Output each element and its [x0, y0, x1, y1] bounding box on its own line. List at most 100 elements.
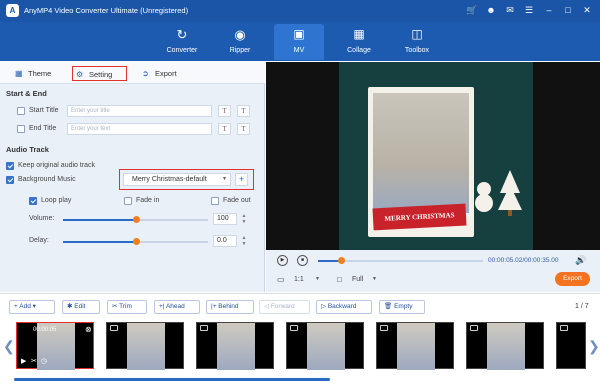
music-select-value: Merry Christmas-default [132, 176, 207, 183]
start-title-checkbox[interactable] [17, 107, 25, 115]
close-icon[interactable]: ✕ [581, 4, 593, 16]
nav-collage-label: Collage [347, 47, 371, 54]
cart-icon[interactable]: 🛒 [466, 4, 478, 16]
fade-in-checkbox[interactable] [124, 197, 132, 205]
clip-thumbnail[interactable] [196, 322, 274, 370]
remove-clip-icon[interactable]: ⊗ [85, 325, 92, 334]
empty-button[interactable]: 🗑 Empty [379, 300, 425, 314]
zoom-value[interactable]: Full [352, 276, 363, 283]
main-nav: ↻ Converter ◉ Ripper ▣ MV ▦ Collage ◫ To… [0, 22, 600, 61]
page-indicator: 1 / 7 [575, 303, 589, 310]
tab-export[interactable]: ➲ Export [139, 66, 189, 81]
ahead-button[interactable]: +| Ahead [154, 300, 200, 314]
export-button[interactable]: Export [555, 272, 590, 286]
aspect-ratio-value[interactable]: 1:1 [294, 276, 304, 283]
scroll-right-icon[interactable]: ❯ [588, 338, 600, 355]
nav-toolbox[interactable]: ◫ Toolbox [392, 24, 442, 60]
volume-slider[interactable] [63, 216, 208, 223]
nav-mv-label: MV [293, 47, 305, 54]
image-icon [560, 325, 568, 331]
maximize-icon[interactable]: □ [562, 4, 574, 16]
trim-button[interactable]: ✂ Trim [107, 300, 147, 314]
timeline-scrollbar[interactable] [14, 378, 330, 381]
ratio-chevron-down-icon[interactable]: ▼ [315, 276, 320, 282]
clip-thumbnail[interactable] [376, 322, 454, 370]
cut-clip-icon[interactable]: ✂ [31, 357, 37, 365]
nav-collage[interactable]: ▦ Collage [334, 24, 384, 60]
menu-icon[interactable]: ☰ [523, 4, 535, 16]
background-music-checkbox[interactable] [6, 176, 14, 184]
music-select[interactable]: Merry Christmas-default ▼ [123, 173, 231, 186]
stop-icon[interactable]: ■ [297, 255, 308, 266]
clip-thumbnail[interactable] [286, 322, 364, 370]
delay-slider[interactable] [63, 238, 208, 245]
minimize-icon[interactable]: – [543, 4, 555, 16]
tab-export-label: Export [155, 69, 177, 78]
loop-play-checkbox[interactable] [29, 197, 37, 205]
volume-value[interactable]: 100 [213, 213, 237, 225]
clip-thumbnail[interactable]: 00:00:05 ⊗ ▶ ✂ ◷ [16, 322, 94, 370]
keep-original-checkbox[interactable] [6, 162, 14, 170]
add-label: Add [19, 303, 31, 310]
delay-value[interactable]: 0.0 [213, 235, 237, 247]
zoom-chevron-down-icon[interactable]: ▼ [372, 276, 377, 282]
clip-thumbnail[interactable] [106, 322, 184, 370]
nav-converter[interactable]: ↻ Converter [157, 24, 207, 60]
keep-original-label: Keep original audio track [18, 162, 96, 169]
forward-button[interactable]: ◁ Forward [259, 300, 310, 314]
clip-image [127, 323, 165, 370]
title-bar: A AnyMP4 Video Converter Ultimate (Unreg… [0, 0, 600, 22]
start-title-text-icon[interactable]: T [218, 105, 231, 117]
play-clip-icon[interactable]: ▶ [21, 357, 26, 365]
window-title: AnyMP4 Video Converter Ultimate (Unregis… [24, 6, 189, 15]
snowman-tree-decoration [475, 170, 522, 216]
add-button[interactable]: + Add ▾ [9, 300, 55, 314]
clip-thumbnail[interactable] [466, 322, 544, 370]
start-title-input[interactable]: Enter your title [67, 105, 212, 117]
fade-out-checkbox[interactable] [211, 197, 219, 205]
end-title-input[interactable]: Enter your text [67, 123, 212, 135]
volume-stepper[interactable]: ▲ ▼ [240, 213, 248, 225]
clip-toolbar: + Add ▾ ✱ Edit ✂ Trim +| Ahead |+ Behind… [0, 293, 600, 319]
export-icon: ➲ [142, 69, 149, 78]
backward-button[interactable]: ▷ Backward [316, 300, 372, 314]
nav-toolbox-label: Toolbox [404, 47, 430, 54]
playback-progress[interactable] [318, 257, 483, 264]
image-icon [200, 325, 208, 331]
delay-label: Delay: [29, 237, 49, 244]
loop-play-label: Loop play [41, 197, 72, 204]
play-icon[interactable]: ▶ [277, 255, 288, 266]
nav-ripper[interactable]: ◉ Ripper [215, 24, 265, 60]
tab-setting[interactable]: ⚙ Setting [72, 66, 127, 81]
nav-ripper-label: Ripper [229, 47, 251, 54]
clip-image [397, 323, 435, 370]
delay-stepper[interactable]: ▲ ▼ [240, 235, 248, 247]
forward-label: Forward [270, 303, 295, 310]
end-title-text-icon[interactable]: T [218, 123, 231, 135]
behind-button[interactable]: |+ Behind [206, 300, 254, 314]
nav-mv[interactable]: ▣ MV [274, 24, 324, 60]
feedback-icon[interactable]: ✉ [504, 4, 516, 16]
end-title-text-icon-2[interactable]: T [237, 123, 250, 135]
clip-thumbnail[interactable] [556, 322, 586, 369]
start-title-text-icon-2[interactable]: T [237, 105, 250, 117]
user-icon[interactable]: ☻ [485, 4, 497, 16]
delay-slider-knob[interactable] [132, 238, 140, 245]
empty-label: Empty [394, 303, 413, 310]
end-title-checkbox[interactable] [17, 125, 25, 133]
mv-icon: ▣ [293, 27, 305, 41]
converter-icon: ↻ [176, 27, 188, 42]
scroll-left-icon[interactable]: ❮ [3, 338, 15, 355]
add-music-button[interactable]: + [235, 173, 248, 186]
background-music-label: Background Music [18, 176, 76, 183]
tab-theme[interactable]: ▦ Theme [12, 66, 62, 81]
tab-setting-label: Setting [89, 70, 113, 79]
start-title-label: Start Title [29, 107, 59, 114]
edit-button[interactable]: ✱ Edit [62, 300, 100, 314]
clock-icon[interactable]: ◷ [41, 357, 47, 365]
volume-icon[interactable]: 🔊 [575, 255, 586, 266]
edit-label: Edit [74, 303, 86, 310]
image-icon [380, 325, 388, 331]
toolbox-icon: ◫ [411, 27, 423, 41]
volume-slider-knob[interactable] [132, 216, 140, 223]
